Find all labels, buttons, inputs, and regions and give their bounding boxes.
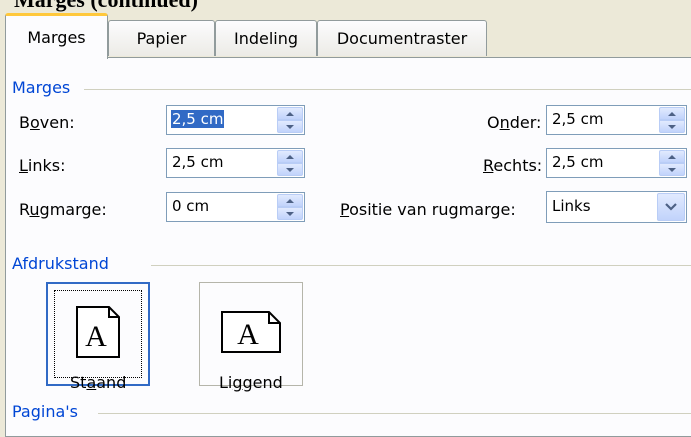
onder-spinner[interactable]: 2,5 cm xyxy=(546,105,687,135)
arrow-down-icon xyxy=(286,211,294,216)
spin-buttons xyxy=(659,107,685,133)
orientation-staand-button[interactable]: A xyxy=(46,282,150,386)
orientation-liggend-button[interactable]: A xyxy=(199,282,303,386)
arrow-up-icon xyxy=(668,111,676,116)
spin-down-button[interactable] xyxy=(277,163,303,176)
tab-label: Indeling xyxy=(233,29,299,48)
spin-buttons xyxy=(659,150,685,176)
group-title-marges: Marges xyxy=(12,78,71,97)
rugmarge-spinner[interactable]: 0 cm xyxy=(166,192,305,222)
group-divider xyxy=(151,265,691,266)
spin-up-button[interactable] xyxy=(659,107,685,120)
arrow-up-icon xyxy=(668,154,676,159)
tab-strip: Marges Papier Indeling Documentraster xyxy=(0,0,691,60)
portrait-page-icon: A xyxy=(76,306,120,358)
arrow-up-icon xyxy=(286,154,294,159)
tab-label: Marges xyxy=(27,28,86,47)
label-positie-rugmarge: Positie van rugmarge: xyxy=(340,200,516,219)
spin-down-button[interactable] xyxy=(277,207,303,220)
label-boven: Boven: xyxy=(19,113,75,132)
arrow-up-icon xyxy=(286,198,294,203)
spin-buttons xyxy=(277,107,303,133)
tab-marges[interactable]: Marges xyxy=(5,13,108,59)
label-staand: Staand xyxy=(70,373,127,392)
group-divider xyxy=(84,89,691,90)
links-spinner[interactable]: 2,5 cm xyxy=(166,148,305,178)
arrow-up-icon xyxy=(286,111,294,116)
spin-buttons xyxy=(277,150,303,176)
arrow-down-icon xyxy=(286,167,294,172)
spin-buttons xyxy=(277,194,303,220)
spin-down-button[interactable] xyxy=(659,120,685,133)
positie-rugmarge-select[interactable]: Links xyxy=(546,191,687,223)
page-glyph: A xyxy=(85,320,107,353)
page-glyph: A xyxy=(237,318,259,351)
arrow-down-icon xyxy=(286,124,294,129)
spin-up-button[interactable] xyxy=(277,194,303,207)
spin-down-button[interactable] xyxy=(659,163,685,176)
group-divider xyxy=(98,413,691,414)
spin-up-button[interactable] xyxy=(659,150,685,163)
boven-value[interactable]: 2,5 cm xyxy=(171,110,225,128)
tab-panel-marges: Marges Boven: 2,5 cm Links: 2,5 cm Rugma… xyxy=(5,57,691,437)
spin-down-button[interactable] xyxy=(277,120,303,133)
label-links: Links: xyxy=(19,156,66,175)
rechts-spinner[interactable]: 2,5 cm xyxy=(546,148,687,178)
spin-up-button[interactable] xyxy=(277,107,303,120)
label-onder: Onder: xyxy=(487,113,542,132)
group-title-afdrukstand: Afdrukstand xyxy=(12,254,109,273)
tab-papier[interactable]: Papier xyxy=(108,20,215,56)
links-value[interactable]: 2,5 cm xyxy=(172,153,223,171)
boven-spinner[interactable]: 2,5 cm xyxy=(166,105,305,135)
group-title-paginas: Pagina's xyxy=(12,402,79,421)
label-rugmarge: Rugmarge: xyxy=(19,200,107,219)
tab-label: Papier xyxy=(136,29,187,48)
arrow-down-icon xyxy=(668,167,676,172)
chevron-down-icon xyxy=(665,203,677,211)
tab-label: Documentraster xyxy=(336,29,468,48)
tab-documentraster[interactable]: Documentraster xyxy=(317,20,487,56)
tab-indeling[interactable]: Indeling xyxy=(215,20,317,56)
label-liggend: Liggend xyxy=(219,373,283,392)
landscape-page-icon: A xyxy=(221,311,281,353)
onder-value[interactable]: 2,5 cm xyxy=(552,110,603,128)
rugmarge-value[interactable]: 0 cm xyxy=(172,197,209,215)
spin-up-button[interactable] xyxy=(277,150,303,163)
label-rechts: Rechts: xyxy=(483,156,543,175)
positie-rugmarge-value: Links xyxy=(552,197,591,215)
arrow-down-icon xyxy=(668,124,676,129)
rechts-value[interactable]: 2,5 cm xyxy=(552,153,603,171)
dropdown-button[interactable] xyxy=(657,193,685,221)
